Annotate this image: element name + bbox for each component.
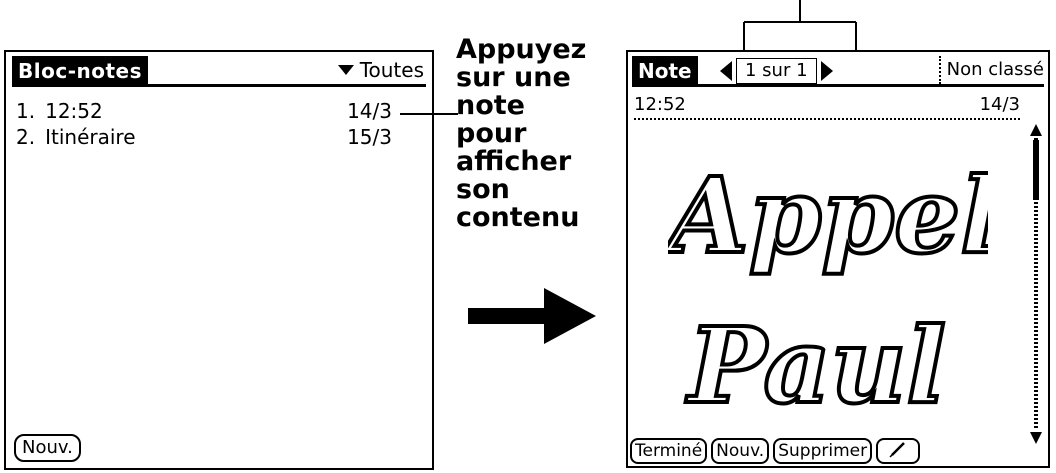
note-title: 12:52 — [634, 94, 686, 115]
annotation-line: pour — [456, 118, 527, 149]
note-pager: 1 sur 1 — [720, 58, 833, 84]
note-date: 14/3 — [979, 94, 1020, 115]
ink-line: Appeler — [668, 154, 988, 277]
scroll-thumb[interactable] — [1033, 140, 1039, 200]
scrollbar[interactable] — [1030, 124, 1042, 444]
memo-title: 12:52 — [45, 99, 103, 123]
ink-line: Paul — [685, 304, 946, 427]
category-picker[interactable]: Toutes — [337, 56, 424, 84]
annotation-line: afficher — [456, 146, 572, 177]
category-picker[interactable]: Non classé — [938, 56, 1044, 84]
callout-line — [400, 113, 458, 115]
right-arrow-icon — [468, 288, 596, 344]
list-item[interactable]: 2. Itinéraire 15/3 — [16, 124, 392, 150]
dropdown-triangle-icon — [337, 65, 354, 75]
annotation-line: contenu — [456, 202, 580, 233]
pager-bracket-callout — [743, 0, 857, 50]
annotation-line: Appuyez — [456, 34, 587, 65]
instruction-annotation: Appuyez sur une note pour afficher son c… — [456, 36, 616, 232]
next-arrow-icon[interactable] — [820, 61, 833, 81]
handwritten-ink[interactable]: Appeler Paul — [668, 132, 988, 432]
annotation-line: sur une — [456, 62, 571, 93]
memo-date: 14/3 — [347, 99, 392, 123]
title-rule — [632, 84, 1044, 87]
category-label: Toutes — [359, 58, 424, 82]
delete-button[interactable]: Supprimer — [773, 438, 873, 464]
pencil-icon — [889, 442, 905, 458]
done-button[interactable]: Terminé — [630, 438, 708, 464]
title-rule — [12, 84, 426, 87]
annotation-line: note — [456, 90, 525, 121]
memo-title: Itinéraire — [45, 125, 136, 149]
new-note-button[interactable]: Nouv. — [711, 438, 770, 464]
memo-number: 1. — [16, 99, 36, 123]
pager-label: 1 sur 1 — [736, 58, 817, 84]
annotation-line: son — [456, 174, 510, 205]
note-view-screen: Note 1 sur 1 Non classé 12:52 14/3 Appel… — [626, 50, 1050, 468]
note-header: 12:52 14/3 — [634, 94, 1020, 120]
pencil-icon[interactable] — [876, 438, 921, 464]
memo-list-screen: Bloc-notes Toutes 1. 12:52 14/3 2. Itiné… — [4, 50, 434, 470]
memo-number: 2. — [16, 125, 36, 149]
button-bar: Terminé Nouv. Supprimer — [630, 438, 921, 464]
previous-arrow-icon[interactable] — [720, 61, 732, 81]
list-item[interactable]: 1. 12:52 14/3 — [16, 98, 392, 124]
app-title: Bloc-notes — [12, 56, 149, 86]
note-title-tab: Note — [632, 56, 698, 86]
memo-date: 15/3 — [347, 125, 392, 149]
memo-list: 1. 12:52 14/3 2. Itinéraire 15/3 — [16, 98, 392, 150]
new-memo-button[interactable]: Nouv. — [14, 434, 81, 462]
